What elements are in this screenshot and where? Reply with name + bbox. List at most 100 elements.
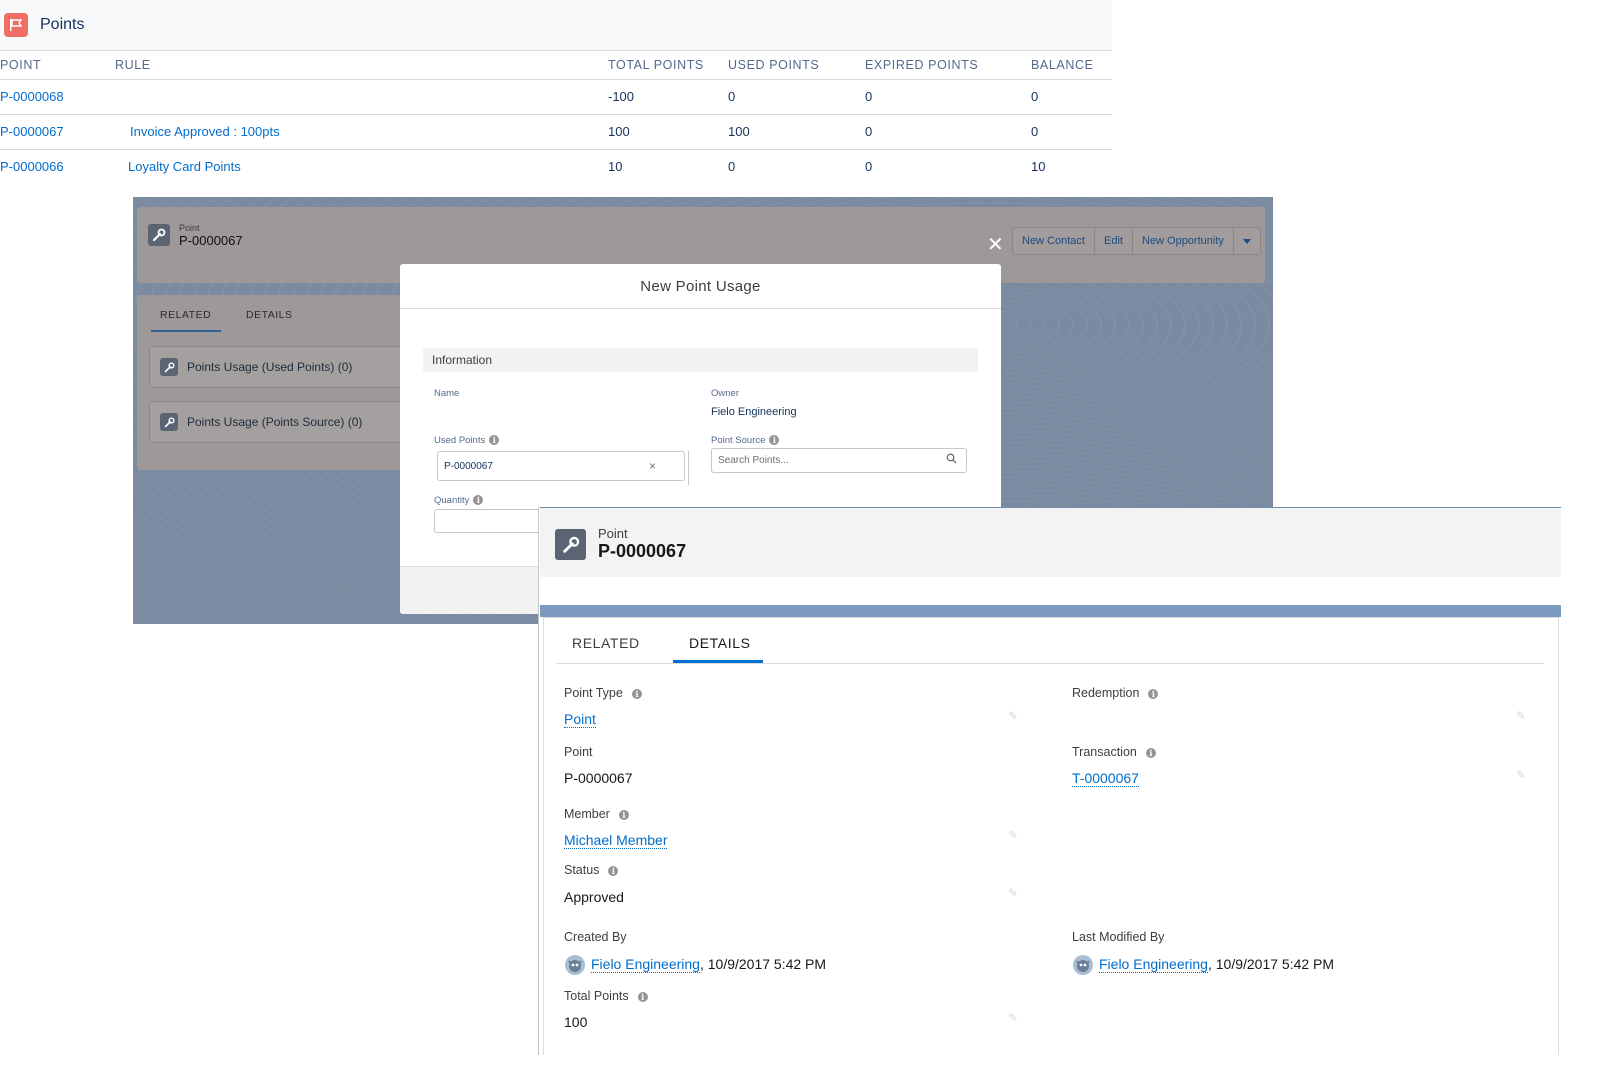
balance-cell: 10	[1031, 159, 1046, 175]
point-type-label: Point Type i	[564, 686, 642, 700]
col-point[interactable]: POINT	[0, 51, 115, 80]
point-label: Point	[564, 745, 593, 759]
related-list-used-points[interactable]: Points Usage (Used Points) (0)	[149, 346, 409, 388]
used-points-cell: 100	[728, 114, 865, 150]
info-icon[interactable]: i	[473, 495, 484, 506]
info-icon[interactable]: i	[489, 435, 500, 446]
record-actions: New Contact Edit New Opportunity	[1012, 227, 1261, 255]
background-band	[540, 605, 1561, 617]
created-by-value: Fielo Engineering, 10/9/2017 5:42 PM	[591, 956, 826, 973]
related-panel: RELATED DETAILS Points Usage (Used Point…	[137, 295, 427, 470]
wrench-icon	[160, 358, 178, 376]
points-related-list: Points POINT RULE TOTAL POINTS USED POIN…	[0, 0, 1112, 186]
related-list-points-source[interactable]: Points Usage (Points Source) (0)	[149, 401, 409, 443]
balance-cell: 0	[1031, 114, 1112, 150]
pencil-icon[interactable]: ✎	[1516, 709, 1526, 723]
detail-record-header: Point P-0000067	[540, 507, 1561, 577]
member-label: Member i	[564, 807, 629, 821]
chevron-down-icon	[1242, 238, 1251, 244]
info-icon[interactable]: i	[631, 688, 642, 699]
owner-value: Fielo Engineering	[711, 406, 797, 418]
section-information[interactable]: Information	[423, 348, 978, 372]
name-label: Name	[434, 388, 460, 399]
flag-icon	[4, 13, 28, 37]
quantity-label: Quantity i	[434, 495, 484, 506]
points-list-title[interactable]: Points	[40, 16, 84, 34]
info-icon[interactable]: i	[769, 435, 780, 446]
total-points-cell: -100	[608, 79, 728, 115]
rule-link[interactable]: Loyalty Card Points	[128, 159, 241, 174]
avatar-icon	[1073, 955, 1093, 975]
more-actions-button[interactable]	[1234, 228, 1260, 254]
total-points-value: 100	[564, 1014, 588, 1030]
active-tab-indicator	[151, 330, 221, 332]
clear-icon[interactable]: ×	[649, 459, 656, 473]
status-value: Approved	[564, 889, 624, 905]
tab-details[interactable]: DETAILS	[689, 635, 751, 651]
point-detail-record: Point P-0000067 RELATED DETAILS Point Ty…	[538, 507, 1561, 1055]
balance-cell: 0	[1031, 79, 1112, 115]
used-points-label: Used Points i	[434, 435, 500, 446]
info-icon[interactable]: i	[1148, 688, 1159, 699]
pencil-icon[interactable]: ✎	[1008, 828, 1018, 842]
field-divider	[688, 451, 689, 485]
redemption-label: Redemption i	[1072, 686, 1159, 700]
created-by-label: Created By	[564, 930, 627, 944]
close-icon[interactable]: ✕	[987, 235, 1004, 255]
created-by-user-link[interactable]: Fielo Engineering	[591, 956, 700, 973]
transaction-label: Transaction i	[1072, 745, 1156, 759]
related-list-title: Points Usage (Points Source) (0)	[187, 415, 363, 429]
points-list-header: Points	[0, 0, 1112, 51]
used-points-cell: 0	[728, 79, 865, 115]
info-icon[interactable]: i	[608, 865, 619, 876]
table-row: P-0000066 Loyalty Card Points 10 0 0 10	[0, 149, 1112, 184]
total-points-label: Total Points i	[564, 989, 648, 1003]
new-opportunity-button[interactable]: New Opportunity	[1133, 228, 1234, 254]
wrench-icon	[160, 413, 178, 431]
tab-details[interactable]: DETAILS	[246, 309, 292, 321]
expired-points-cell: 0	[865, 114, 1031, 150]
record-name: P-0000067	[179, 233, 243, 248]
record-object-label: Point	[179, 223, 200, 233]
col-used-points[interactable]: USED POINTS	[728, 51, 865, 80]
transaction-link[interactable]: T-0000067	[1072, 770, 1139, 787]
col-balance[interactable]: BALANCE	[1031, 51, 1112, 80]
edit-button[interactable]: Edit	[1095, 228, 1133, 254]
used-points-lookup[interactable]: P-0000067 ×	[437, 451, 685, 481]
point-type-link[interactable]: Point	[564, 711, 596, 728]
point-value: P-0000067	[564, 770, 633, 786]
pencil-icon[interactable]: ✎	[1008, 1011, 1018, 1025]
point-link[interactable]: P-0000066	[0, 159, 64, 174]
last-modified-date: , 10/9/2017 5:42 PM	[1207, 956, 1335, 972]
col-total-points[interactable]: TOTAL POINTS	[608, 51, 728, 80]
info-icon[interactable]: i	[637, 991, 648, 1002]
col-expired-points[interactable]: EXPIRED POINTS	[865, 51, 1031, 80]
wrench-icon	[148, 224, 170, 246]
search-icon	[946, 453, 957, 467]
table-row: P-0000067 Invoice Approved : 100pts 100 …	[0, 114, 1112, 150]
last-modified-label: Last Modified By	[1072, 930, 1165, 944]
total-points-cell: 100	[608, 114, 728, 150]
tab-related[interactable]: RELATED	[572, 635, 640, 651]
expired-points-cell: 0	[865, 159, 873, 175]
rule-link[interactable]: Invoice Approved : 100pts	[130, 124, 280, 139]
member-link[interactable]: Michael Member	[564, 832, 668, 849]
point-link[interactable]: P-0000067	[0, 124, 64, 139]
last-modified-user-link[interactable]: Fielo Engineering	[1099, 956, 1208, 973]
pencil-icon[interactable]: ✎	[1516, 768, 1526, 782]
points-table: POINT RULE TOTAL POINTS USED POINTS EXPI…	[0, 51, 1112, 184]
tab-divider	[556, 663, 1544, 664]
owner-label: Owner	[711, 388, 739, 399]
info-icon[interactable]: i	[1145, 747, 1156, 758]
pencil-icon[interactable]: ✎	[1008, 709, 1018, 723]
point-link[interactable]: P-0000068	[0, 89, 64, 104]
tab-related[interactable]: RELATED	[160, 309, 211, 321]
pencil-icon[interactable]: ✎	[1008, 886, 1018, 900]
new-contact-button[interactable]: New Contact	[1013, 228, 1095, 254]
point-source-search-input[interactable]: Search Points...	[711, 448, 967, 473]
info-icon[interactable]: i	[618, 809, 629, 820]
table-row: P-0000068 -100 0 0 0	[0, 79, 1112, 115]
used-points-cell: 0	[728, 159, 736, 175]
col-rule[interactable]: RULE	[115, 51, 608, 80]
detail-record-name: P-0000067	[598, 541, 687, 561]
